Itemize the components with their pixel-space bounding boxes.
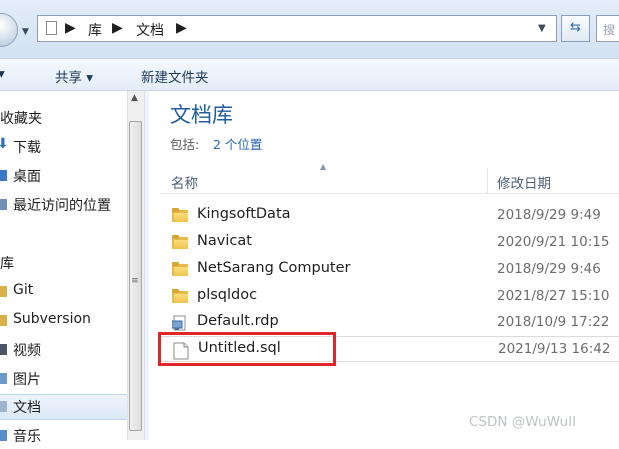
breadcrumb-separator-icon[interactable]: ▶ [176, 20, 187, 36]
nav-item-label: 音乐 [13, 429, 41, 445]
pane-splitter[interactable] [144, 91, 149, 440]
file-name: KingsoftData [197, 206, 291, 222]
breadcrumb-separator-icon[interactable]: ▶ [65, 20, 76, 36]
file-row[interactable]: KingsoftData 2018/9/29 9:49 [160, 203, 619, 229]
folder-icon [172, 262, 188, 276]
pictures-library-icon [0, 373, 7, 384]
music-library-icon [0, 430, 7, 441]
file-name: plsqldoc [197, 287, 258, 303]
nav-item-label: 图片 [13, 372, 41, 388]
nav-item-label: 视频 [13, 343, 41, 359]
file-name: Navicat [197, 233, 252, 249]
scrollbar-grip-icon: ≡ [131, 276, 139, 286]
video-library-icon [0, 344, 7, 355]
nav-item-label: 下载 [13, 140, 41, 156]
column-header-name[interactable]: 名称 [171, 172, 198, 192]
file-row[interactable]: Navicat 2020/9/21 10:15 [160, 230, 619, 256]
file-name: NetSarang Computer [197, 260, 351, 276]
recent-places-icon [0, 199, 7, 210]
column-separator[interactable] [487, 168, 488, 194]
file-name: Default.rdp [197, 313, 279, 329]
nav-item-music[interactable]: 音乐 [0, 423, 128, 449]
nav-item-label: Git [13, 282, 34, 298]
share-button[interactable]: 共享 ▾ [55, 66, 93, 86]
nav-item-label: Subversion [13, 311, 91, 327]
includes-label: 包括: [170, 137, 200, 152]
file-date: 2018/9/29 9:49 [497, 207, 601, 223]
address-dropdown-icon[interactable]: ▼ [538, 23, 546, 34]
location-icon [46, 21, 57, 35]
nav-scrollbar[interactable]: ▲ ≡ [127, 91, 144, 440]
search-input[interactable]: 搜 [596, 15, 619, 42]
breadcrumb-item-documents[interactable]: 文档 [136, 20, 164, 40]
folder-icon [0, 315, 7, 326]
history-dropdown-icon[interactable]: ▼ [22, 27, 29, 37]
sort-ascending-icon: ▲ [320, 162, 327, 171]
desktop-icon [0, 170, 7, 181]
file-date: 2021/8/27 15:10 [497, 288, 610, 304]
column-header-date-modified[interactable]: 修改日期 [497, 172, 551, 192]
nav-item-downloads[interactable]: ⬇ 下载 [0, 134, 128, 160]
file-row[interactable]: NetSarang Computer 2018/9/29 9:46 [160, 257, 619, 283]
folder-icon [0, 286, 7, 297]
watermark: CSDN @WuWuII [469, 414, 577, 430]
nav-libraries-header[interactable]: 库 [0, 250, 128, 276]
nav-item-recent-places[interactable]: 最近访问的位置 [0, 192, 128, 218]
nav-item-desktop[interactable]: 桌面 [0, 163, 128, 189]
file-date: 2018/10/9 17:22 [497, 314, 610, 330]
folder-icon [172, 208, 188, 222]
scroll-up-icon[interactable]: ▲ [131, 93, 138, 103]
file-row[interactable]: plsqldoc 2021/8/27 15:10 [160, 284, 619, 310]
organize-dropdown-icon[interactable]: ▾ [0, 66, 5, 82]
includes-locations-link[interactable]: 2 个位置 [213, 134, 262, 153]
folder-icon [172, 289, 188, 303]
file-date: 2021/9/13 16:42 [498, 341, 611, 357]
library-title: 文档库 [170, 103, 233, 127]
new-folder-button[interactable]: 新建文件夹 [141, 66, 209, 86]
breadcrumb-separator-icon[interactable]: ▶ [112, 20, 123, 36]
nav-libraries-label: 库 [0, 256, 14, 272]
file-date: 2018/9/29 9:46 [497, 261, 601, 277]
navigation-pane: 收藏夹 ⬇ 下载 桌面 最近访问的位置 库 Git Subversion 视频 … [0, 91, 144, 445]
nav-favorites-header[interactable]: 收藏夹 [0, 105, 128, 131]
documents-library-icon [0, 401, 7, 412]
file-date: 2020/9/21 10:15 [497, 234, 610, 250]
nav-favorites-label: 收藏夹 [0, 111, 42, 127]
highlight-annotation-box [158, 332, 336, 366]
refresh-button[interactable]: ⇆ [561, 15, 590, 42]
nav-item-label: 文档 [13, 400, 41, 416]
nav-item-pictures[interactable]: 图片 [0, 366, 128, 392]
nav-item-label: 最近访问的位置 [13, 198, 111, 214]
address-bar[interactable]: ▶ 库 ▶ 文档 ▶ ▼ [37, 15, 557, 42]
nav-item-git[interactable]: Git [0, 279, 128, 305]
nav-item-videos[interactable]: 视频 [0, 337, 128, 363]
refresh-icon: ⇆ [570, 20, 581, 35]
command-toolbar: ▾ 共享 ▾ 新建文件夹 [0, 59, 619, 91]
search-placeholder: 搜 [603, 23, 616, 37]
download-icon: ⬇ [0, 136, 9, 152]
breadcrumb-item-library[interactable]: 库 [88, 20, 102, 40]
nav-item-label: 桌面 [13, 169, 41, 185]
nav-item-documents[interactable]: 文档 [0, 394, 128, 420]
header-divider [160, 193, 619, 194]
nav-item-subversion[interactable]: Subversion [0, 308, 128, 334]
folder-icon [172, 235, 188, 249]
